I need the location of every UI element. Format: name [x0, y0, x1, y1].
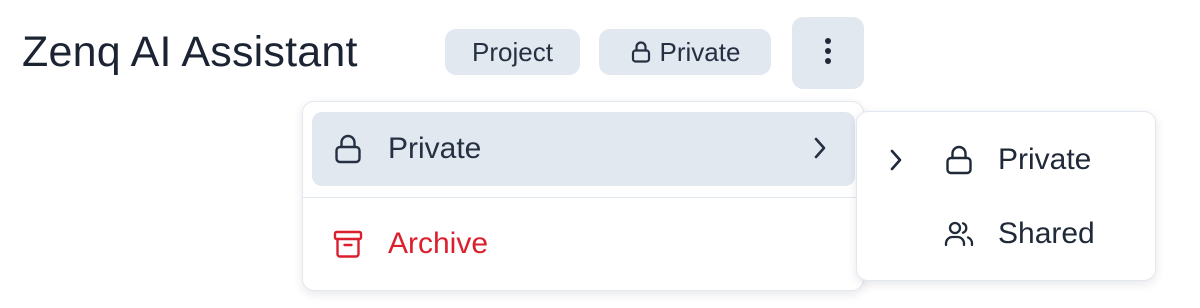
more-options-button[interactable]: [792, 17, 864, 89]
lock-icon: [630, 40, 652, 64]
project-badge-label: Project: [472, 36, 553, 67]
submenu-item-private[interactable]: Private: [857, 130, 1155, 190]
vertical-ellipsis-icon: [824, 37, 832, 70]
menu-item-archive-label: Archive: [388, 227, 489, 260]
submenu-item-shared[interactable]: Shared: [857, 204, 1155, 264]
options-dropdown-menu: Private Archive: [302, 101, 864, 291]
page-title: Zenq AI Assistant: [22, 28, 358, 76]
lock-icon: [332, 133, 364, 165]
project-header-view: Zenq AI Assistant Project Private Privat…: [0, 0, 1200, 308]
menu-item-archive[interactable]: Archive: [312, 207, 855, 281]
project-badge: Project: [445, 29, 580, 75]
submenu-item-private-label: Private: [998, 143, 1092, 176]
menu-item-visibility-label: Private: [388, 132, 482, 165]
menu-divider: [303, 197, 863, 198]
visibility-submenu: Private Shared: [856, 111, 1156, 281]
visibility-badge: Private: [599, 29, 771, 75]
visibility-badge-label: Private: [659, 36, 741, 67]
chevron-right-icon: [813, 136, 827, 160]
submenu-item-shared-label: Shared: [998, 217, 1095, 250]
chevron-right-icon: [889, 148, 903, 172]
archive-icon: [332, 228, 364, 260]
users-icon: [943, 218, 975, 250]
menu-item-visibility[interactable]: Private: [312, 112, 855, 186]
lock-icon: [943, 144, 975, 176]
